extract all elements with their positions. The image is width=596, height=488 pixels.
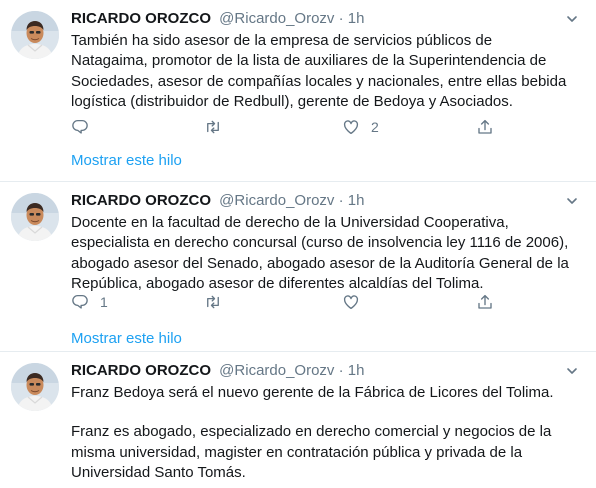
author-name[interactable]: RICARDO OROZCO [71,362,211,379]
tweet-paragraph: Docente en la facultad de derecho de la … [71,214,569,293]
chevron-down-icon[interactable] [565,12,579,26]
author-handle[interactable]: @Ricardo_Orozv [219,10,334,27]
chevron-down-icon[interactable] [565,364,579,378]
avatar[interactable] [11,363,59,411]
author-name[interactable]: RICARDO OROZCO [71,192,211,209]
tweet-actions: 1 [71,292,501,312]
tweet[interactable]: RICARDO OROZCO @Ricardo_Orozv · 1h Franz… [0,352,596,488]
reply-count: 1 [100,294,108,310]
author-handle[interactable]: @Ricardo_Orozv [219,362,334,379]
tweet-paragraph: Franz Bedoya será el nuevo gerente de la… [71,384,554,401]
separator-dot: · [338,362,344,379]
reply-icon [72,119,88,134]
separator-dot: · [338,10,344,27]
retweet-button[interactable] [204,117,233,137]
heart-icon [343,295,359,310]
share-button[interactable] [476,117,494,137]
tweet-paragraph: También ha sido asesor de la empresa de … [71,32,567,111]
like-count: 2 [371,119,379,135]
like-button[interactable] [342,292,371,312]
separator-dot: · [338,192,344,209]
retweet-icon [207,295,219,309]
avatar[interactable] [11,193,59,241]
tweet-header: RICARDO OROZCO @Ricardo_Orozv · 1h [71,361,364,381]
author-name[interactable]: RICARDO OROZCO [71,10,211,27]
reply-button[interactable] [71,117,100,137]
chevron-down-icon[interactable] [565,194,579,208]
tweet[interactable]: RICARDO OROZCO @Ricardo_Orozv · 1h Docen… [0,182,596,352]
timestamp[interactable]: 1h [348,10,365,27]
tweet-text: También ha sido asesor de la empresa de … [71,31,571,113]
tweet-text: Franz Bedoya será el nuevo gerente de la… [71,383,571,484]
share-icon [478,294,492,309]
heart-icon [343,120,359,135]
author-handle[interactable]: @Ricardo_Orozv [219,192,334,209]
tweet-paragraph: Franz es abogado, especializado en derec… [71,423,552,482]
reply-button[interactable]: 1 [71,292,108,312]
retweet-icon [207,120,219,134]
like-button[interactable]: 2 [342,117,379,137]
tweet-actions: 2 [71,117,501,137]
show-thread-link[interactable]: Mostrar este hilo [71,152,182,169]
show-thread-link[interactable]: Mostrar este hilo [71,330,182,347]
tweet-text: Docente en la facultad de derecho de la … [71,213,571,295]
tweet-header: RICARDO OROZCO @Ricardo_Orozv · 1h [71,191,364,211]
reply-icon [72,294,88,309]
avatar[interactable] [11,11,59,59]
retweet-button[interactable] [204,292,233,312]
share-icon [478,119,492,134]
timestamp[interactable]: 1h [348,362,365,379]
timestamp[interactable]: 1h [348,192,365,209]
share-button[interactable] [476,292,494,312]
tweet-feed: RICARDO OROZCO @Ricardo_Orozv · 1h Tambi… [0,0,596,488]
tweet[interactable]: RICARDO OROZCO @Ricardo_Orozv · 1h Tambi… [0,0,596,182]
tweet-header: RICARDO OROZCO @Ricardo_Orozv · 1h [71,9,364,29]
